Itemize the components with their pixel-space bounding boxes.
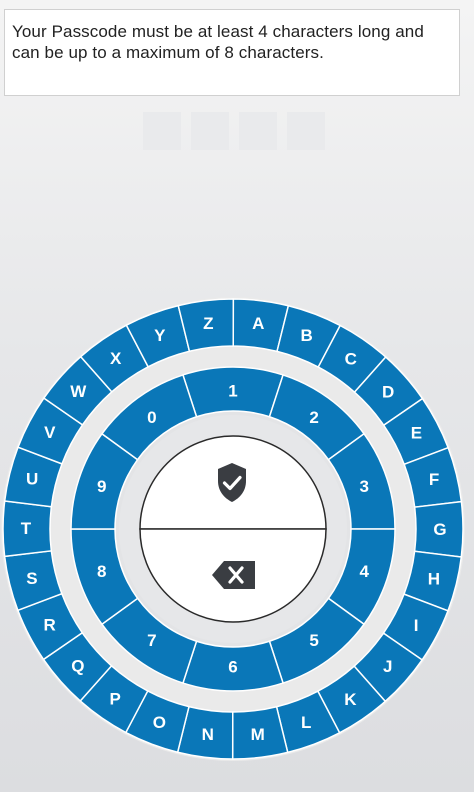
digit-key-label: 8 (97, 562, 106, 581)
letter-key-label: J (383, 657, 392, 676)
letter-key-label: M (251, 725, 265, 744)
center-controls (139, 435, 327, 623)
letter-key-label: Z (203, 314, 213, 333)
letter-key-label: V (44, 423, 56, 442)
letter-key-label: I (414, 616, 419, 635)
letter-key-label: U (26, 470, 38, 489)
letter-key-label: E (411, 424, 422, 443)
digit-key-label: 5 (309, 631, 318, 650)
letter-key-label: A (252, 314, 264, 333)
letter-key-label: F (429, 470, 439, 489)
digit-key-label: 3 (360, 477, 369, 496)
letter-key-label: H (428, 569, 440, 588)
digit-key-6[interactable]: 6 (181, 640, 285, 692)
letter-key-label: N (202, 725, 214, 744)
letter-key-label: W (70, 382, 87, 401)
digit-key-label: 6 (228, 658, 237, 677)
letter-key-label: X (110, 349, 122, 368)
digit-key-label: 7 (147, 631, 156, 650)
letter-key-label: Q (71, 657, 84, 676)
letter-key-label: S (26, 569, 37, 588)
letter-key-label: O (153, 713, 166, 732)
digit-key-1[interactable]: 1 (181, 366, 285, 418)
letter-key-label: G (433, 520, 446, 539)
digit-key-label: 4 (360, 562, 370, 581)
letter-key-g[interactable]: G (413, 500, 464, 558)
rotary-keypad: A B C D E F G H I J K L M N O P Q R S T U V W X Y Z 1 2 3 4 5 6 7 8 9 0 (1, 297, 465, 761)
digit-key-label: 1 (228, 382, 237, 401)
letter-key-label: Y (154, 326, 166, 345)
digit-key-label: 2 (309, 408, 318, 427)
letter-key-label: D (382, 382, 394, 401)
digit-key-label: 0 (147, 408, 156, 427)
letter-key-label: T (21, 519, 32, 538)
letter-key-label: P (110, 690, 121, 709)
letter-key-label: B (301, 326, 313, 345)
digit-key-label: 9 (97, 477, 106, 496)
letter-key-label: L (301, 713, 311, 732)
letter-key-t[interactable]: T (2, 500, 53, 558)
letter-key-label: K (344, 690, 357, 709)
letter-key-label: R (43, 615, 55, 634)
letter-key-label: C (345, 349, 357, 368)
